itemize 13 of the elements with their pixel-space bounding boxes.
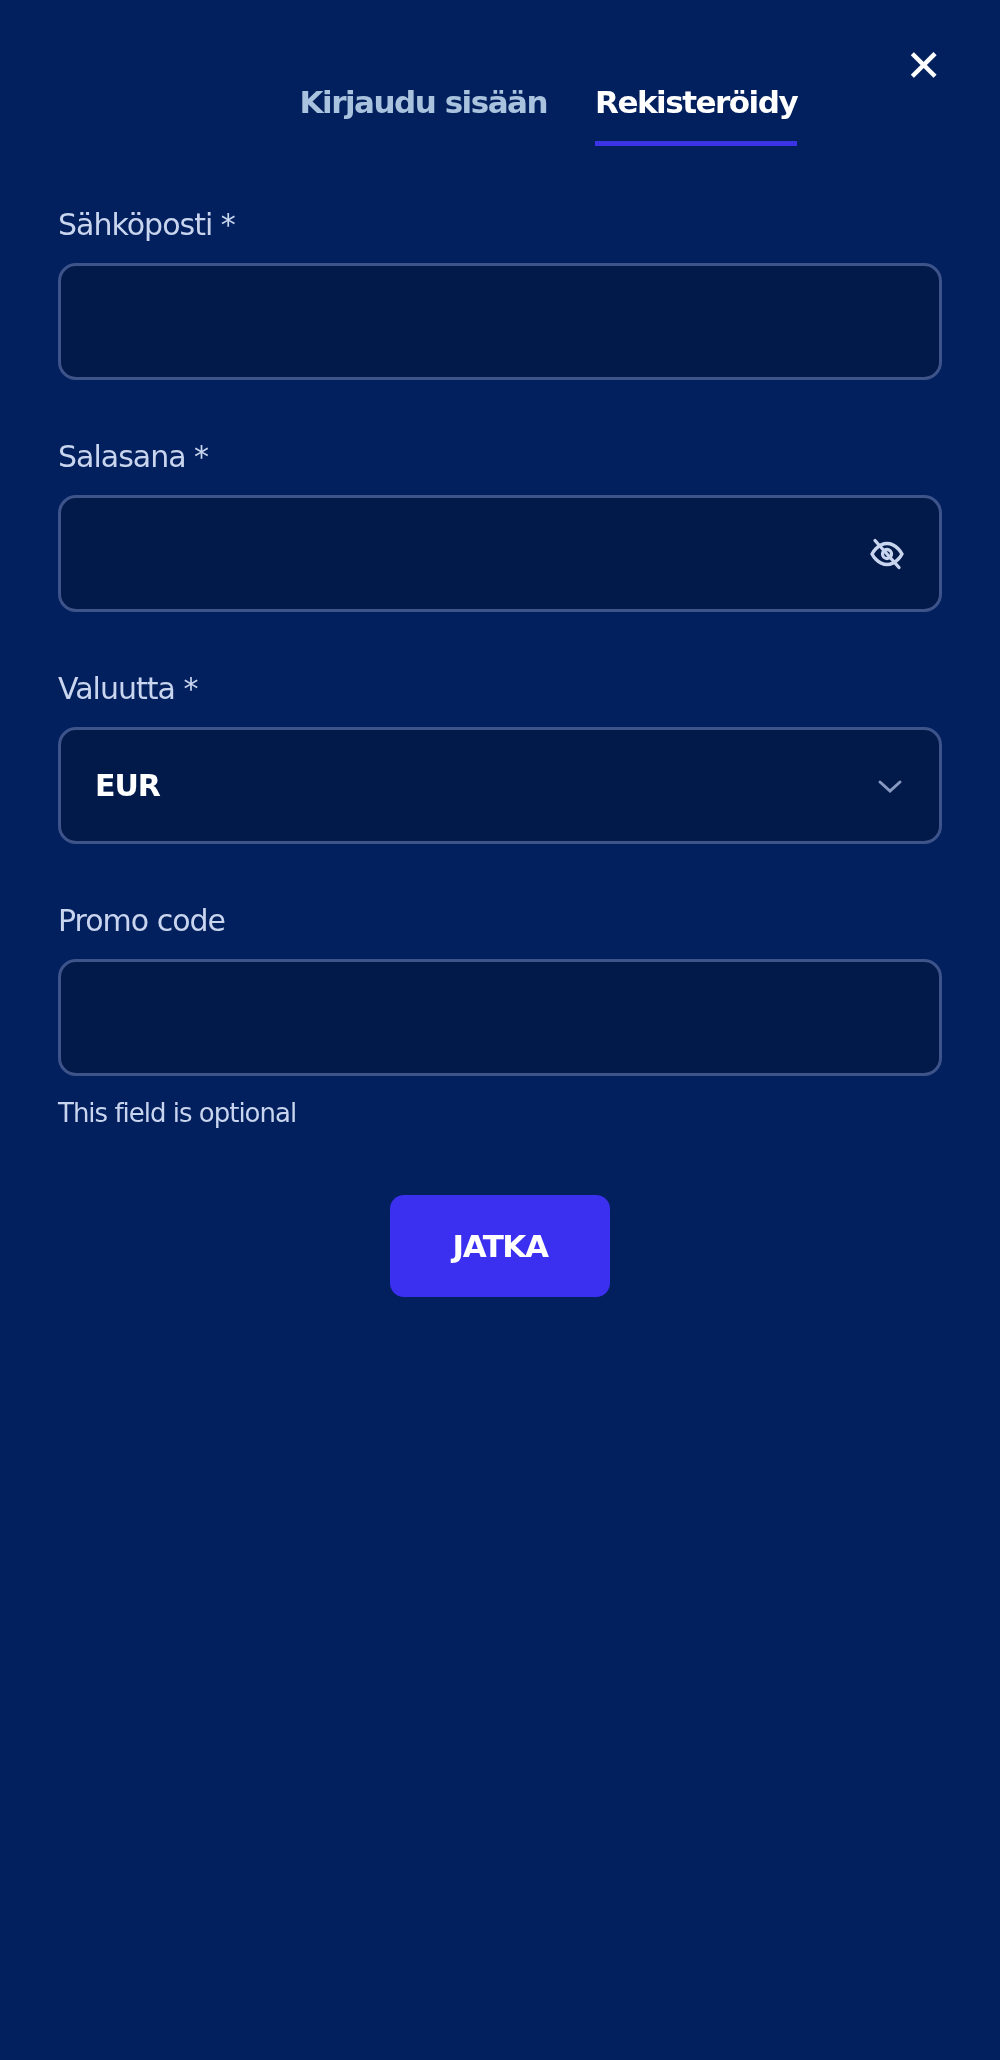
input-field[interactable] — [58, 263, 942, 380]
field-label: Promo code — [58, 902, 227, 940]
tab[interactable]: Kirjaudu sisään — [299, 78, 548, 146]
currency-select[interactable]: EUR — [58, 727, 942, 844]
input-field[interactable] — [58, 959, 942, 1076]
field-label: Valuutta * — [58, 670, 199, 708]
field-label: Salasana * — [58, 438, 210, 476]
close-button[interactable]: ✕ — [905, 44, 942, 88]
continue-button[interactable]: JATKA — [390, 1195, 610, 1297]
hint-text: This field is optional — [58, 1097, 298, 1130]
tab[interactable]: Rekisteröidy — [595, 78, 798, 146]
field-label: Sähköposti * — [58, 206, 236, 244]
password-field[interactable] — [58, 495, 942, 612]
